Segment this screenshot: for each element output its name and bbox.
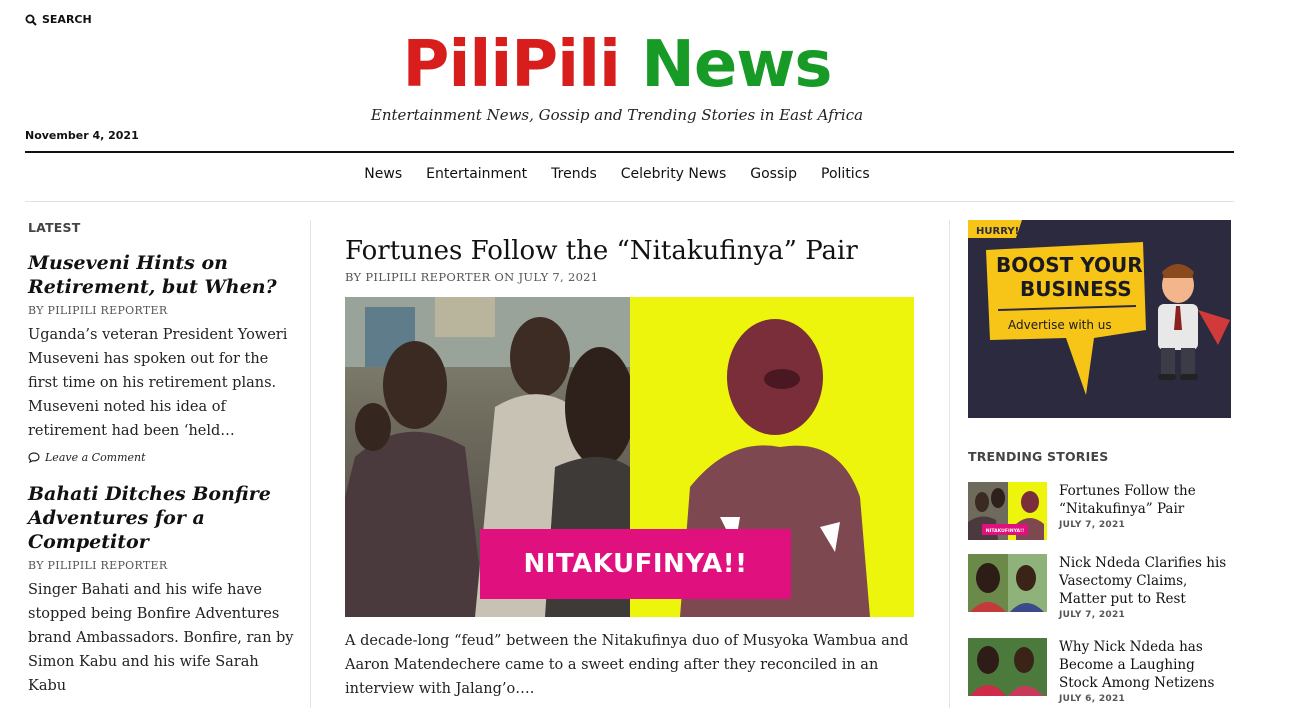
trending-item[interactable]: Why Nick Ndeda has Become a Laughing Sto… bbox=[968, 638, 1230, 704]
latest-column: LATEST Museveni Hints on Retirement, but… bbox=[28, 220, 294, 698]
column-divider bbox=[949, 220, 950, 708]
latest-post-title[interactable]: Bahati Ditches Bonfire Adventures for a … bbox=[28, 482, 294, 554]
advertisement-banner[interactable]: HURRY! BOOST YOUR BUSINESS Advertise wit… bbox=[968, 220, 1231, 418]
trending-item[interactable]: Nick Ndeda Clarifies his Vasectomy Claim… bbox=[968, 554, 1230, 620]
latest-post-byline: BY PILIPILI REPORTER bbox=[28, 304, 168, 317]
latest-post-excerpt: Uganda’s veteran President Yoweri Museve… bbox=[28, 327, 288, 439]
site-tagline: Entertainment News, Gossip and Trending … bbox=[370, 106, 864, 124]
ad-hurry-text: HURRY! bbox=[976, 226, 1019, 237]
ad-line-3: Advertise with us bbox=[1008, 318, 1112, 332]
trending-date: JULY 6, 2021 bbox=[1059, 694, 1126, 704]
column-divider bbox=[310, 220, 311, 708]
trending-thumb-label: NITAKUFINYA!! bbox=[986, 528, 1024, 534]
trending-date: JULY 7, 2021 bbox=[1059, 610, 1126, 620]
ad-line-1: BOOST YOUR bbox=[996, 253, 1143, 277]
trending-thumbnail[interactable] bbox=[968, 638, 1047, 696]
trending-thumbnail[interactable] bbox=[968, 554, 1047, 612]
featured-article: Fortunes Follow the “Nitakufinya” Pair B… bbox=[345, 235, 915, 701]
search-label: SEARCH bbox=[42, 13, 92, 26]
main-nav: News Entertainment Trends Celebrity News… bbox=[0, 166, 1234, 182]
latest-heading: LATEST bbox=[28, 220, 81, 235]
logo-part-news: News bbox=[641, 28, 832, 102]
latest-post-excerpt: Singer Bahati and his wife have stopped … bbox=[28, 582, 294, 694]
nav-item-trends[interactable]: Trends bbox=[551, 166, 597, 182]
nav-item-politics[interactable]: Politics bbox=[821, 166, 870, 182]
featured-image-banner: NITAKUFINYA!! bbox=[480, 529, 791, 599]
site-logo[interactable]: PiliPili News bbox=[0, 26, 1234, 104]
latest-post-byline: BY PILIPILI REPORTER bbox=[28, 559, 168, 572]
search-button[interactable]: SEARCH bbox=[25, 13, 92, 26]
trending-title[interactable]: Fortunes Follow the “Nitakufinya” Pair bbox=[1059, 482, 1230, 518]
nav-item-gossip[interactable]: Gossip bbox=[750, 166, 797, 182]
latest-post-title[interactable]: Museveni Hints on Retirement, but When? bbox=[28, 251, 294, 299]
trending-item[interactable]: NITAKUFINYA!! Fortunes Follow the “Nitak… bbox=[968, 482, 1230, 540]
trending-title[interactable]: Nick Ndeda Clarifies his Vasectomy Claim… bbox=[1059, 554, 1230, 608]
nav-item-entertainment[interactable]: Entertainment bbox=[426, 166, 527, 182]
nav-item-news[interactable]: News bbox=[364, 166, 402, 182]
comment-icon bbox=[28, 452, 40, 463]
ad-line-2: BUSINESS bbox=[1020, 277, 1132, 301]
trending-thumbnail[interactable]: NITAKUFINYA!! bbox=[968, 482, 1047, 540]
leave-comment-label: Leave a Comment bbox=[45, 451, 146, 464]
trending-date: JULY 7, 2021 bbox=[1059, 520, 1126, 530]
logo-part-pilipili: PiliPili bbox=[402, 28, 621, 102]
nav-divider bbox=[25, 201, 1234, 202]
current-date: November 4, 2021 bbox=[25, 129, 139, 142]
featured-byline: BY PILIPILI REPORTER ON JULY 7, 2021 bbox=[345, 270, 599, 284]
featured-excerpt: A decade-long “feud” between the Nitakuf… bbox=[345, 633, 909, 697]
leave-comment-link[interactable]: Leave a Comment bbox=[28, 451, 294, 464]
featured-title[interactable]: Fortunes Follow the “Nitakufinya” Pair bbox=[345, 235, 915, 267]
nav-item-celebrity-news[interactable]: Celebrity News bbox=[621, 166, 726, 182]
featured-image[interactable]: NITAKUFINYA!! bbox=[345, 297, 914, 617]
header-divider bbox=[25, 151, 1234, 153]
search-icon bbox=[25, 14, 37, 26]
trending-heading: TRENDING STORIES bbox=[968, 449, 1109, 464]
trending-title[interactable]: Why Nick Ndeda has Become a Laughing Sto… bbox=[1059, 638, 1230, 692]
